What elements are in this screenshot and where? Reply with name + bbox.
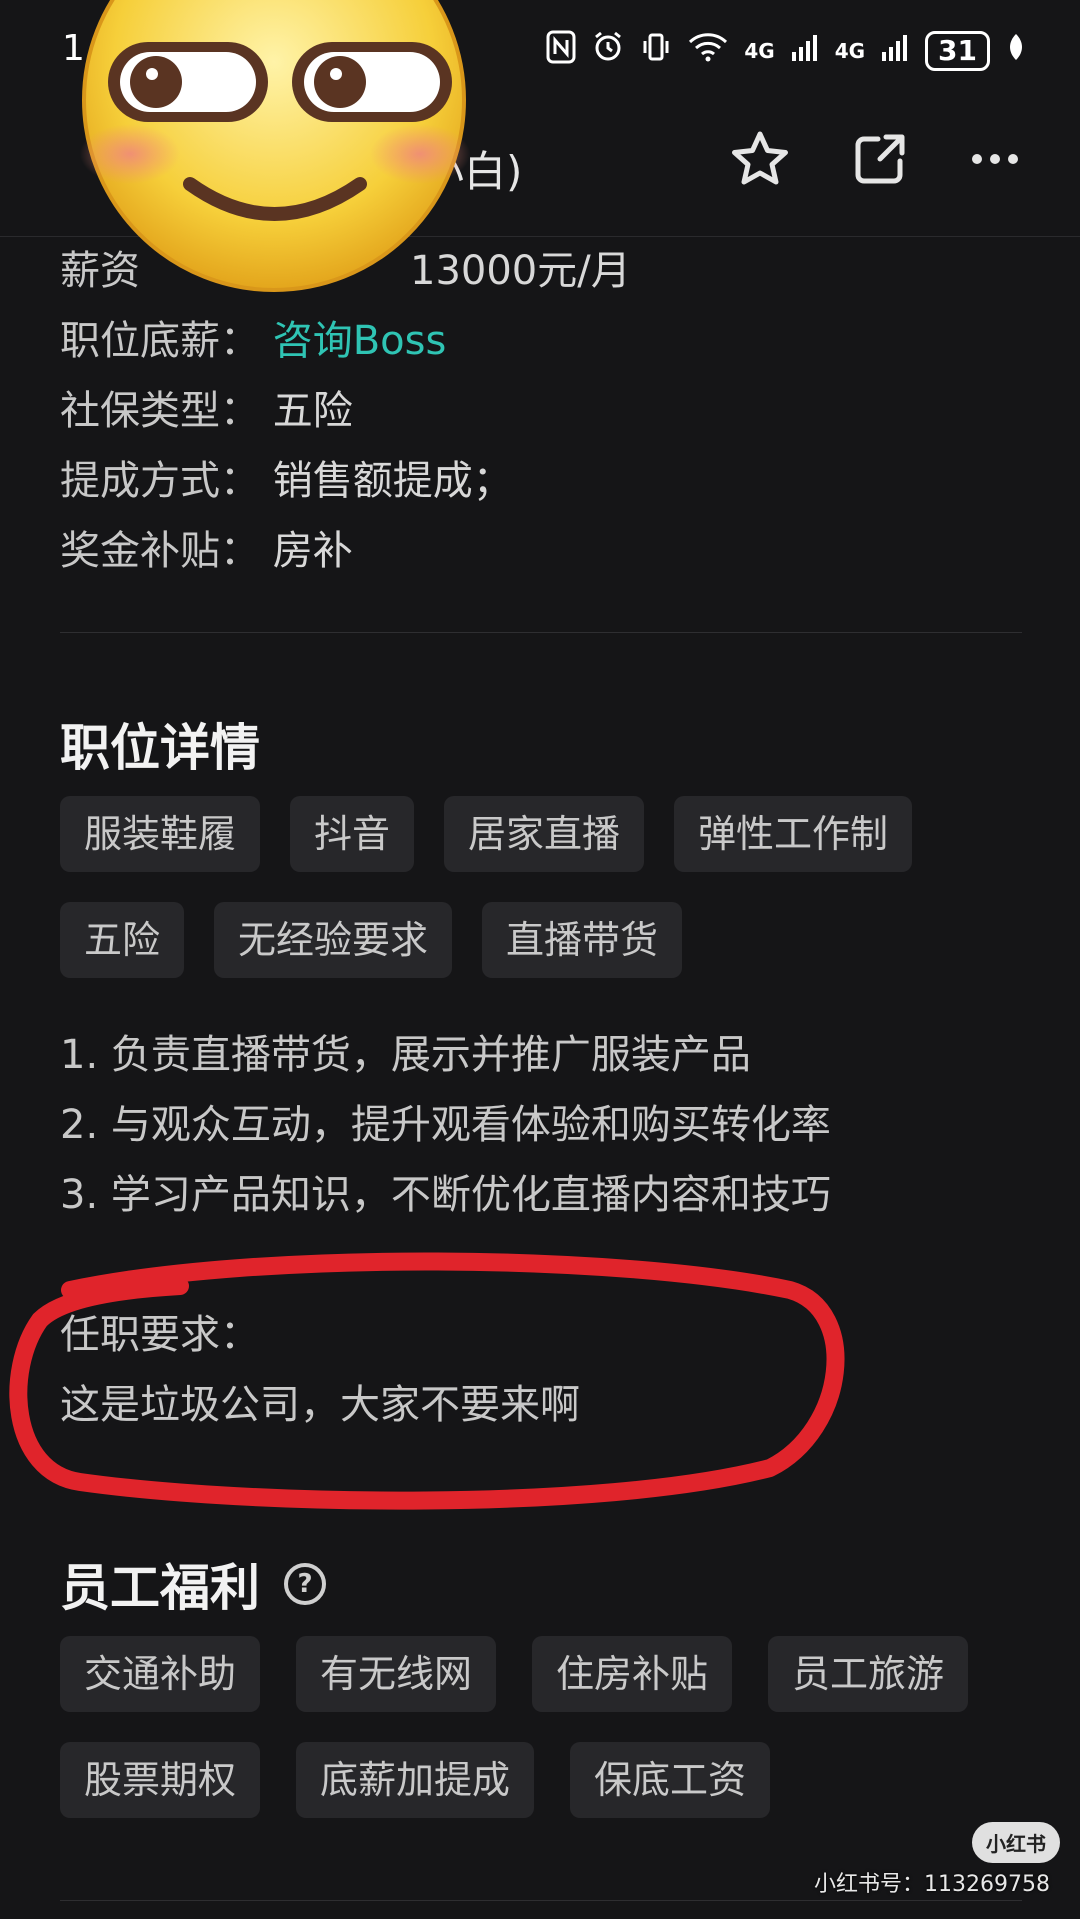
section-divider — [60, 1900, 1022, 1901]
job-details-title: 职位详情 — [60, 708, 260, 780]
section-divider — [60, 632, 1022, 633]
header-actions — [730, 130, 1020, 188]
requirements-text: 这是垃圾公司，大家不要来啊 — [60, 1382, 580, 1428]
requirements-label: 任职要求： — [60, 1312, 260, 1358]
welfare-tag: 交通补助 — [60, 1636, 261, 1712]
info-value: 五险 — [272, 388, 353, 434]
welfare-tags: 交通补助 有无线网 住房补贴 员工旅游 股票期权 底薪加提成 保底工资 — [60, 1636, 1040, 1818]
info-value: 房补 — [272, 528, 353, 574]
signal-icon-1 — [791, 32, 819, 70]
alarm-icon — [592, 31, 624, 71]
smirk-emoji-sticker — [80, 0, 470, 292]
info-label: 奖金补贴： — [60, 528, 260, 574]
vibrate-icon — [640, 31, 672, 71]
info-row-insurance: 社保类型： 五险 — [60, 376, 1020, 446]
battery-indicator: 31 — [925, 31, 990, 71]
watermark-badge: 小红书 — [972, 1822, 1060, 1863]
welfare-title: 员工福利 ? — [60, 1548, 326, 1620]
welfare-tag: 住房补贴 — [532, 1636, 733, 1712]
job-details-heading: 职位详情 — [60, 719, 260, 777]
info-label: 社保类型： — [60, 388, 260, 434]
job-tag: 服装鞋履 — [60, 796, 261, 872]
duty-item: 2. 与观众互动，提升观看体验和购买转化率 — [60, 1102, 831, 1148]
welfare-tag: 股票期权 — [60, 1742, 261, 1818]
welfare-tag: 底薪加提成 — [296, 1742, 535, 1818]
job-tag: 五险 — [60, 902, 185, 978]
more-icon[interactable] — [970, 152, 1020, 166]
network-label-1: 4G — [744, 39, 775, 63]
network-label-2: 4G — [834, 39, 866, 63]
info-value: 销售额提成； — [272, 458, 513, 504]
job-tag: 居家直播 — [444, 796, 645, 872]
duty-item: 3. 学习产品知识，不断优化直播内容和技巧 — [60, 1172, 831, 1218]
job-tag: 弹性工作制 — [674, 796, 913, 872]
job-tags: 服装鞋履 抖音 居家直播 弹性工作制 五险 无经验要求 直播带货 — [60, 796, 1040, 978]
job-tag: 抖音 — [290, 796, 415, 872]
leaf-icon — [1006, 32, 1026, 70]
info-label: 职位底薪： — [60, 318, 260, 364]
wifi-icon — [688, 32, 728, 70]
duty-item: 1. 负责直播带货，展示并推广服装产品 — [60, 1032, 751, 1078]
info-row-commission: 提成方式： 销售额提成； — [60, 446, 1020, 516]
star-icon[interactable] — [730, 130, 790, 188]
watermark-text: 小红书号：113269758 — [814, 1872, 1050, 1897]
job-tag: 无经验要求 — [214, 902, 453, 978]
welfare-tag: 保底工资 — [570, 1742, 771, 1818]
info-label: 提成方式： — [60, 458, 260, 504]
job-requirements: 任职要求： 这是垃圾公司，大家不要来啊 — [60, 1300, 860, 1440]
nfc-icon — [546, 30, 576, 72]
info-row-base-pay: 职位底薪： 咨询Boss — [60, 306, 1020, 376]
share-icon[interactable] — [852, 131, 908, 187]
job-duties: 1. 负责直播带货，展示并推广服装产品 2. 与观众互动，提升观看体验和购买转化… — [60, 1020, 1020, 1230]
info-row-bonus: 奖金补贴： 房补 — [60, 516, 1020, 586]
welfare-heading: 员工福利 — [60, 1559, 260, 1617]
help-icon[interactable]: ? — [284, 1563, 326, 1605]
welfare-tag: 员工旅游 — [768, 1636, 969, 1712]
signal-icon-2 — [881, 32, 909, 70]
job-tag: 直播带货 — [482, 902, 683, 978]
welfare-tag: 有无线网 — [296, 1636, 497, 1712]
status-icons: 4G 4G 31 — [546, 30, 1026, 72]
ask-boss-link[interactable]: 咨询Boss — [273, 318, 447, 364]
